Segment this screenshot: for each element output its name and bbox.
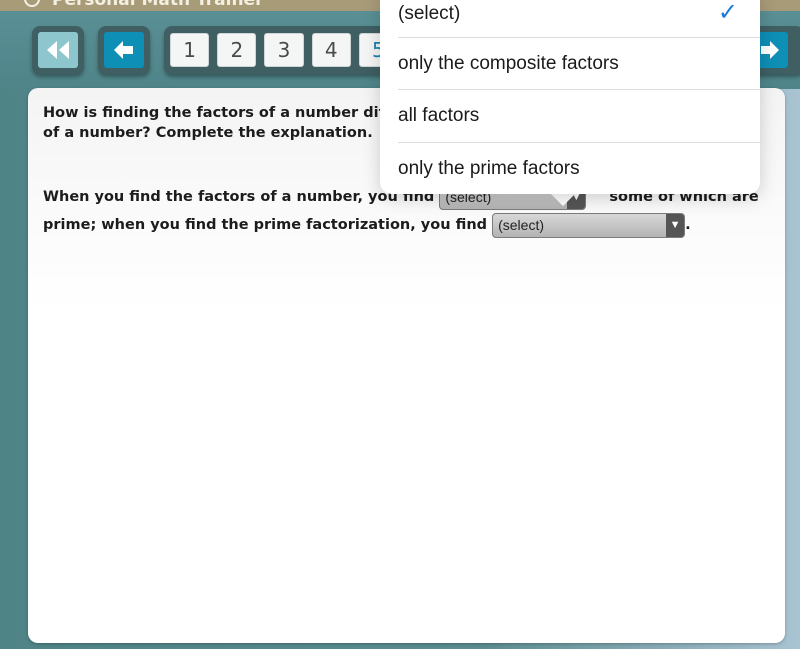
first-nav-group	[32, 26, 84, 74]
arrow-right-icon	[761, 41, 779, 59]
option-label: only the composite factors	[398, 53, 619, 74]
answer-select-2[interactable]: (select) ▼	[492, 212, 686, 238]
first-page-button[interactable]	[38, 32, 78, 68]
dropdown-option-all[interactable]: all factors	[398, 90, 760, 142]
prev-nav-group	[98, 26, 150, 74]
previous-button[interactable]	[104, 32, 144, 68]
option-label: all factors	[398, 105, 480, 126]
page-button-1[interactable]: 1	[170, 33, 210, 67]
option-label: (select)	[398, 3, 461, 24]
dropdown-option-select[interactable]: (select) ✓	[398, 0, 760, 40]
page-button-2[interactable]: 2	[217, 33, 257, 67]
app-logo-icon	[24, 0, 40, 7]
page-nav-group: 1 2 3 4 5	[164, 26, 404, 74]
answer-part-1: When you find the factors of a number, y…	[43, 189, 435, 205]
arrow-left-icon	[114, 41, 133, 59]
dropdown-option-prime[interactable]: only the prime factors	[398, 143, 760, 195]
dropdown-option-composite[interactable]: only the composite factors	[398, 38, 760, 90]
page-button-4[interactable]: 4	[311, 33, 351, 67]
chevron-down-icon: ▼	[666, 213, 685, 237]
checkmark-icon: ✓	[717, 0, 738, 26]
answer-part-4: .	[685, 217, 691, 233]
select-dropdown-menu: (select) ✓ only the composite factors al…	[380, 0, 760, 194]
select-2-value: (select)	[498, 217, 544, 233]
app-title: Personal Math Trainer	[52, 0, 264, 10]
option-label: only the prime factors	[398, 158, 580, 179]
answer-part-3: prime; when you find the prime factoriza…	[43, 217, 488, 233]
page-button-3[interactable]: 3	[264, 33, 304, 67]
double-chevron-left-icon	[47, 41, 69, 59]
